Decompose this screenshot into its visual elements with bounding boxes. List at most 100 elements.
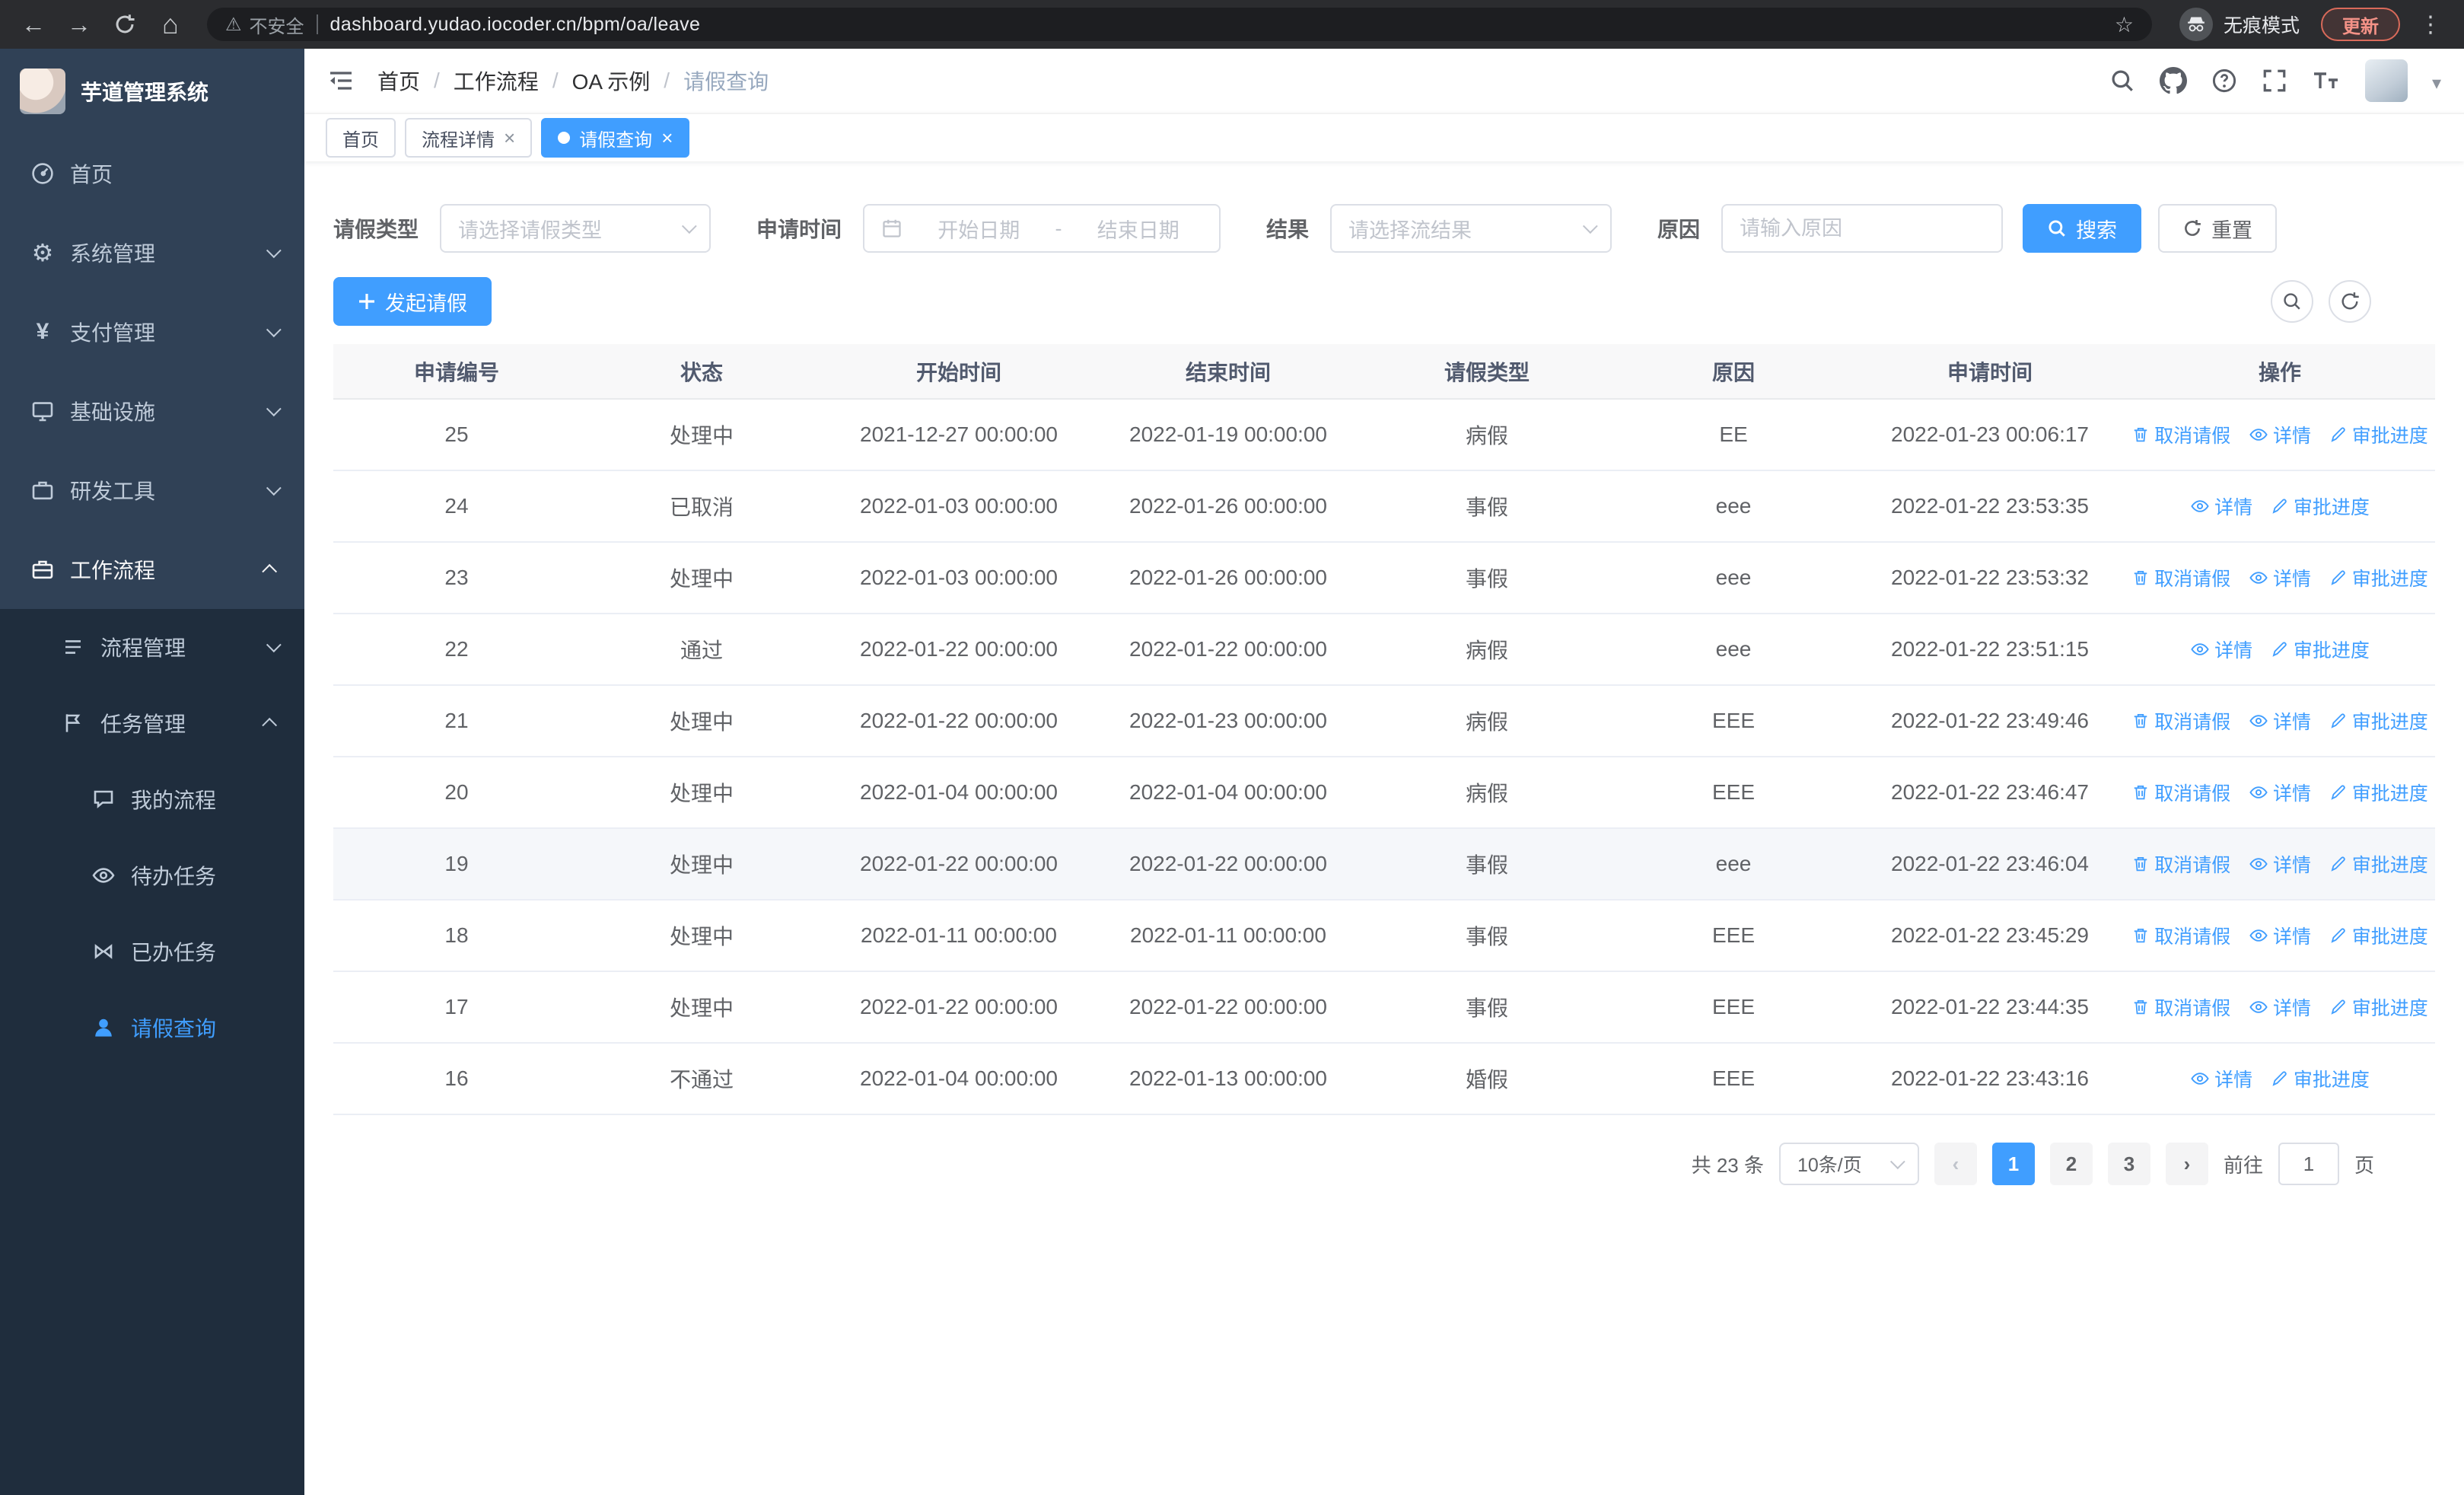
sidebar-item-todo-tasks[interactable]: 待办任务: [0, 837, 304, 913]
tab-home[interactable]: 首页: [326, 118, 396, 158]
detail-label: 详情: [2214, 640, 2253, 661]
sidebar-item-payment[interactable]: 支付管理: [0, 292, 304, 371]
cell-start-time: 2022-01-03 00:00:00: [823, 470, 1094, 543]
collapse-sidebar-icon[interactable]: [327, 67, 355, 94]
search-icon[interactable]: [2109, 68, 2135, 94]
trash-icon: [2134, 857, 2147, 872]
approval-progress-link[interactable]: 审批进度: [2329, 922, 2428, 949]
detail-link[interactable]: 详情: [2249, 564, 2311, 591]
detail-link[interactable]: 详情: [2249, 922, 2311, 949]
cell-status: 处理中: [580, 971, 823, 1044]
detail-link[interactable]: 详情: [2249, 779, 2311, 806]
cell-actions: 取消请假 详情 审批进度: [2125, 399, 2435, 471]
sidebar-item-workflow[interactable]: 工作流程: [0, 530, 304, 609]
detail-link[interactable]: 详情: [2190, 636, 2252, 663]
tab-leave-query[interactable]: 请假查询 ×: [541, 118, 690, 158]
toggle-search-icon[interactable]: [2271, 280, 2313, 323]
sidebar-item-leave-query[interactable]: 请假查询: [0, 990, 304, 1066]
browser-refresh-icon[interactable]: [103, 5, 146, 44]
eye-icon: [2191, 500, 2209, 512]
browser-home-icon[interactable]: [149, 5, 192, 44]
cancel-leave-link[interactable]: 取消请假: [2131, 993, 2230, 1021]
table-row: 18 处理中 2022-01-11 00:00:00 2022-01-11 00…: [333, 900, 2435, 972]
cancel-leave-link[interactable]: 取消请假: [2131, 421, 2230, 448]
cancel-leave-link[interactable]: 取消请假: [2131, 779, 2230, 806]
not-secure-warning[interactable]: 不安全: [225, 11, 304, 38]
search-button[interactable]: 搜索: [2023, 204, 2142, 253]
app-logo[interactable]: 芋道管理系统: [0, 49, 304, 134]
page-button-1[interactable]: 1: [1991, 1143, 2035, 1185]
sidebar-submenu: 流程管理 任务管理 我的流程 待办任务 已办任务 请假查询: [0, 609, 304, 1495]
approval-progress-link[interactable]: 审批进度: [2329, 850, 2428, 878]
cell-start-time: 2022-01-22 00:00:00: [823, 614, 1094, 686]
approval-progress-link[interactable]: 审批进度: [2271, 1065, 2370, 1092]
refresh-table-icon[interactable]: [2329, 280, 2371, 323]
help-icon[interactable]: [2211, 68, 2237, 94]
approval-progress-link[interactable]: 审批进度: [2271, 636, 2370, 663]
browser-menu-icon[interactable]: [2409, 5, 2452, 44]
bookmark-star-icon[interactable]: [2115, 12, 2134, 37]
cell-apply-time: 2022-01-22 23:46:47: [1855, 757, 2125, 829]
detail-link[interactable]: 详情: [2249, 993, 2311, 1021]
eye-icon: [2249, 429, 2268, 441]
browser-back-icon[interactable]: [12, 5, 55, 44]
leave-type-select[interactable]: 请选择请假类型: [440, 204, 712, 253]
cancel-leave-link[interactable]: 取消请假: [2131, 707, 2230, 735]
sidebar-item-task-management[interactable]: 任务管理: [0, 685, 304, 761]
cell-actions: 取消请假 详情 审批进度: [2125, 971, 2435, 1044]
detail-link[interactable]: 详情: [2249, 850, 2311, 878]
browser-update-button[interactable]: 更新: [2321, 8, 2400, 41]
detail-link[interactable]: 详情: [2190, 492, 2252, 520]
sidebar-item-home[interactable]: 首页: [0, 134, 304, 213]
breadcrumb-oa-example[interactable]: OA 示例: [572, 65, 651, 96]
sidebar-item-devtools[interactable]: 研发工具: [0, 451, 304, 530]
detail-link[interactable]: 详情: [2249, 421, 2311, 448]
sidebar-item-system[interactable]: 系统管理: [0, 213, 304, 292]
cell-start-time: 2022-01-11 00:00:00: [823, 900, 1094, 972]
detail-link[interactable]: 详情: [2249, 707, 2311, 735]
approval-progress-link[interactable]: 审批进度: [2329, 564, 2428, 591]
goto-page-input[interactable]: [2278, 1143, 2339, 1185]
user-avatar[interactable]: [2364, 59, 2408, 102]
fullscreen-icon[interactable]: [2262, 68, 2287, 94]
approval-progress-link[interactable]: 审批进度: [2329, 993, 2428, 1021]
sidebar-item-my-process[interactable]: 我的流程: [0, 761, 304, 837]
breadcrumb-workflow[interactable]: 工作流程: [454, 65, 539, 96]
cancel-leave-link[interactable]: 取消请假: [2131, 850, 2230, 878]
browser-forward-icon[interactable]: [58, 5, 100, 44]
approval-progress-link[interactable]: 审批进度: [2329, 421, 2428, 448]
page-button-2[interactable]: 2: [2049, 1143, 2093, 1185]
page-button-3[interactable]: 3: [2107, 1143, 2150, 1185]
url-text[interactable]: dashboard.yudao.iocoder.cn/bpm/oa/leave: [330, 14, 2103, 36]
reason-input[interactable]: [1721, 204, 2004, 253]
close-icon[interactable]: ×: [504, 128, 515, 148]
avatar-caret-icon[interactable]: [2432, 67, 2441, 95]
reset-button[interactable]: 重置: [2158, 204, 2278, 253]
breadcrumb-home[interactable]: 首页: [377, 65, 420, 96]
font-size-icon[interactable]: [2312, 68, 2341, 94]
close-icon[interactable]: ×: [661, 128, 673, 148]
create-leave-button[interactable]: 发起请假: [333, 277, 492, 326]
detail-label: 详情: [2272, 569, 2311, 590]
cancel-leave-link[interactable]: 取消请假: [2131, 564, 2230, 591]
warning-icon: [225, 14, 242, 36]
sidebar-item-infrastructure[interactable]: 基础设施: [0, 371, 304, 451]
result-select[interactable]: 请选择流结果: [1330, 204, 1612, 253]
sidebar-menu: 首页 系统管理 支付管理 基础设施 研发工具: [0, 134, 304, 1495]
cell-reason: EEE: [1612, 685, 1855, 757]
next-page-button[interactable]: ›: [2165, 1143, 2208, 1185]
page-size-select[interactable]: 10条/页: [1778, 1143, 1919, 1185]
tab-process-detail[interactable]: 流程详情 ×: [405, 118, 533, 158]
approval-progress-link[interactable]: 审批进度: [2271, 492, 2370, 520]
prev-page-button[interactable]: ‹: [1934, 1143, 1977, 1185]
cancel-leave-link[interactable]: 取消请假: [2131, 922, 2230, 949]
approval-progress-link[interactable]: 审批进度: [2329, 779, 2428, 806]
breadcrumb-current: 请假查询: [683, 70, 769, 94]
date-range-picker[interactable]: 开始日期 - 结束日期: [863, 204, 1221, 253]
approval-progress-link[interactable]: 审批进度: [2329, 707, 2428, 735]
detail-link[interactable]: 详情: [2190, 1065, 2252, 1092]
sidebar-item-process-management[interactable]: 流程管理: [0, 609, 304, 685]
address-bar[interactable]: 不安全 dashboard.yudao.iocoder.cn/bpm/oa/le…: [207, 8, 2152, 41]
sidebar-item-done-tasks[interactable]: 已办任务: [0, 913, 304, 990]
github-icon[interactable]: [2159, 67, 2187, 94]
